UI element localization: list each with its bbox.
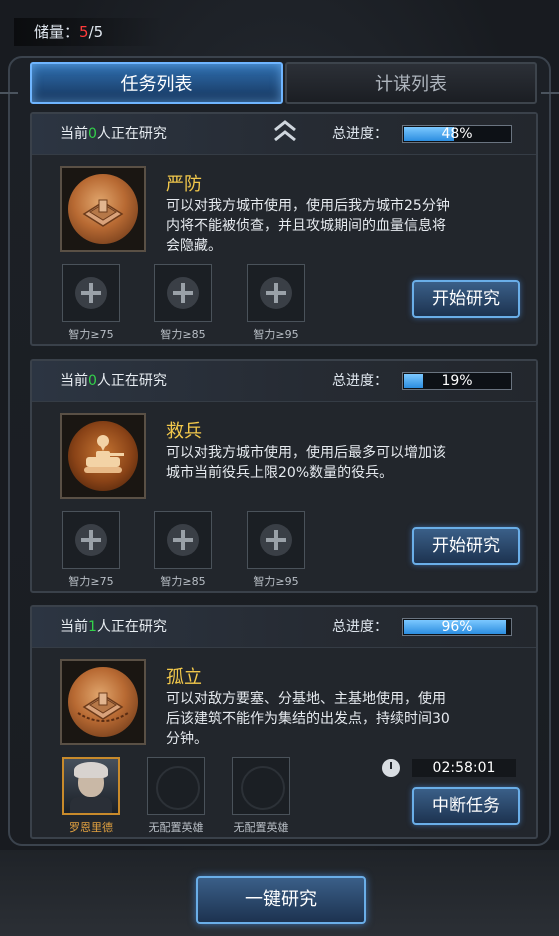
add-icon: [167, 524, 199, 556]
tab-task-list[interactable]: 任务列表: [30, 62, 283, 104]
frame-left-ornament: [0, 92, 18, 106]
hero-body: [70, 797, 112, 813]
add-icon: [75, 524, 107, 556]
card-header: 当前1人正在研究 总进度： 96%: [32, 607, 536, 648]
status-prefix: 当前: [60, 126, 88, 142]
strategy-description: 可以对敌方要塞、分基地、主基地使用，使用后该建筑不能作为集结的出发点，持续时间3…: [166, 691, 450, 747]
frame-right-ornament: [541, 92, 559, 106]
fortress-icon: [68, 174, 138, 244]
tab-strategy-list[interactable]: 计谋列表: [285, 62, 537, 104]
storage-label: 储量：: [34, 23, 80, 41]
strategy-icon-frame[interactable]: [60, 659, 146, 745]
add-icon: [75, 277, 107, 309]
countdown-timer: 02:58:01: [412, 759, 516, 777]
storage-indicator: 储量：5/5: [14, 18, 164, 46]
progress-bar: 19%: [402, 372, 512, 390]
empty-slot-label: 无配置英雄: [233, 821, 289, 834]
slot-requirement: 智力≥95: [253, 575, 299, 588]
strategy-title: 救兵: [166, 421, 202, 442]
one-click-research-button[interactable]: 一键研究: [196, 876, 366, 924]
tank-icon: [68, 421, 138, 491]
start-research-button[interactable]: 开始研究: [412, 527, 520, 565]
hero-slot[interactable]: [154, 511, 212, 569]
start-research-button[interactable]: 开始研究: [412, 280, 520, 318]
hero-slot[interactable]: [154, 264, 212, 322]
progress-text: 96%: [441, 619, 473, 635]
clock-icon: [382, 759, 400, 777]
strategy-icon-frame[interactable]: [60, 413, 146, 499]
hero-slot[interactable]: [247, 511, 305, 569]
progress-bar: 96%: [402, 618, 512, 636]
hero-name: 罗恩里德: [69, 821, 113, 834]
interrupt-task-button[interactable]: 中断任务: [412, 787, 520, 825]
isolated-fortress-icon: [68, 667, 138, 737]
add-icon: [260, 277, 292, 309]
storage-current: 5: [79, 23, 89, 41]
progress-text: 48%: [441, 126, 473, 142]
status-suffix: 人正在研究: [96, 126, 167, 142]
storage-total: /5: [88, 23, 104, 41]
status-suffix: 人正在研究: [96, 619, 167, 635]
strategy-description: 可以对我方城市使用，使用后最多可以增加该城市当前役兵上限20%数量的役兵。: [166, 445, 446, 481]
card-header: 当前0人正在研究 总进度： 19%: [32, 361, 536, 402]
research-status: 当前1人正在研究: [60, 607, 167, 647]
progress-label: 总进度：: [332, 126, 388, 142]
slot-requirement: 智力≥85: [160, 575, 206, 588]
tab-bar: 任务列表 计谋列表: [30, 62, 537, 106]
hero-slot[interactable]: [62, 264, 120, 322]
hero-hair: [74, 762, 108, 778]
research-card-jiubing: 当前0人正在研究 总进度： 19% 救兵 可以对我方城市使用，使用后最多可以增加…: [30, 359, 538, 593]
research-status: 当前0人正在研究: [60, 361, 167, 401]
progress-text: 19%: [441, 373, 473, 389]
empty-slot-icon: [156, 766, 200, 810]
slot-requirement: 智力≥95: [253, 328, 299, 341]
strategy-title: 严防: [166, 174, 202, 195]
slot-requirement: 智力≥75: [68, 328, 114, 341]
progress-label: 总进度：: [332, 619, 388, 635]
slot-requirement: 智力≥85: [160, 328, 206, 341]
research-card-yanfang: 当前0人正在研究 总进度： 48% 严防 可以对我方城市使用，使用后我方城市25…: [30, 112, 538, 346]
hero-portrait[interactable]: [62, 757, 120, 815]
status-count: 0: [88, 373, 97, 389]
progress-label: 总进度：: [332, 373, 388, 389]
empty-slot-label: 无配置英雄: [148, 821, 204, 834]
status-prefix: 当前: [60, 373, 88, 389]
card-header: 当前0人正在研究 总进度： 48%: [32, 114, 536, 155]
research-status: 当前0人正在研究: [60, 114, 167, 154]
hero-slot[interactable]: [247, 264, 305, 322]
empty-hero-slot[interactable]: [147, 757, 205, 815]
research-card-guli: 当前1人正在研究 总进度： 96% 孤立 可以对敌方要塞、分基地、主基地使用，使…: [30, 605, 538, 839]
add-icon: [167, 277, 199, 309]
strategy-icon-frame[interactable]: [60, 166, 146, 252]
status-suffix: 人正在研究: [96, 373, 167, 389]
status-count: 1: [88, 619, 97, 635]
empty-slot-icon: [241, 766, 285, 810]
status-prefix: 当前: [60, 619, 88, 635]
hero-slot[interactable]: [62, 511, 120, 569]
progress-bar: 48%: [402, 125, 512, 143]
status-count: 0: [88, 126, 97, 142]
strategy-description: 可以对我方城市使用，使用后我方城市25分钟内将不能被侦查，并且攻城期间的血量信息…: [166, 198, 450, 254]
empty-hero-slot[interactable]: [232, 757, 290, 815]
add-icon: [260, 524, 292, 556]
collapse-chevron-icon[interactable]: [272, 116, 298, 146]
strategy-title: 孤立: [166, 667, 202, 688]
slot-requirement: 智力≥75: [68, 575, 114, 588]
